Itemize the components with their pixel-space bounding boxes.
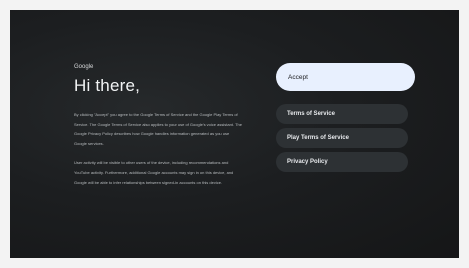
page-title: Hi there, bbox=[74, 76, 141, 95]
action-list: Accept Terms of Service Play Terms of Se… bbox=[276, 63, 416, 176]
consent-text-panel: Google Hi there, By clicking "Accept" yo… bbox=[74, 64, 242, 197]
play-terms-of-service-button[interactable]: Play Terms of Service bbox=[276, 128, 408, 148]
consent-paragraph-activity: User activity will be visible to other u… bbox=[74, 160, 234, 185]
tv-screen: Google Hi there, By clicking "Accept" yo… bbox=[10, 10, 459, 258]
google-brand-label: Google bbox=[74, 64, 94, 70]
terms-of-service-button[interactable]: Terms of Service bbox=[276, 104, 408, 124]
accept-button[interactable]: Accept bbox=[276, 63, 415, 91]
privacy-policy-button[interactable]: Privacy Policy bbox=[276, 152, 408, 172]
consent-paragraph-terms: By clicking "Accept" you agree to the Go… bbox=[74, 112, 242, 146]
